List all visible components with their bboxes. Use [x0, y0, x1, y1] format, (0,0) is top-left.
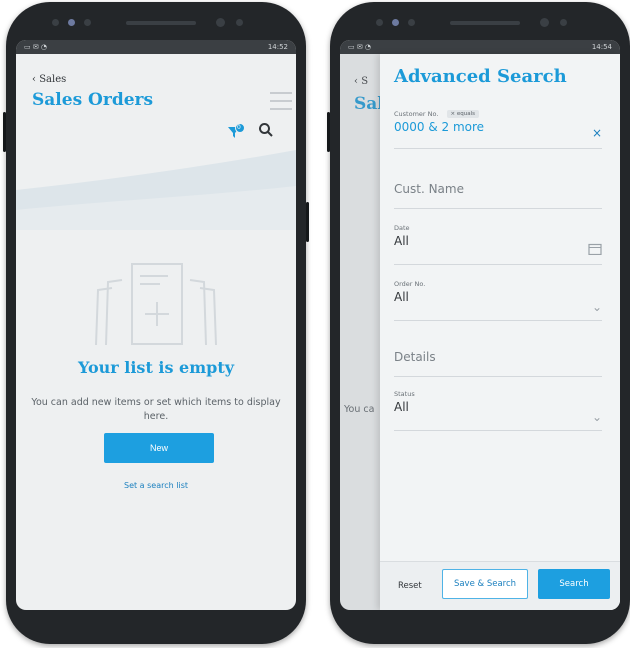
back-link-label: Sales: [39, 74, 67, 85]
left-screen: ▭ ✉ ◔ 14:52 ‹ Sales Sales Orders 0 Your …: [16, 40, 296, 610]
back-link[interactable]: ‹ Sales: [32, 74, 66, 85]
status-bar: ▭ ✉ ◔ 14:52: [16, 40, 296, 54]
search-icon[interactable]: [258, 122, 274, 142]
toolbar: 0: [226, 122, 274, 142]
field-value: All: [394, 234, 409, 248]
save-and-search-button[interactable]: Save & Search: [442, 569, 528, 599]
right-screen: ▭ ✉ ◔ 14:54 ‹ S Sal You ca Advanced Sear…: [340, 40, 620, 610]
field-label: Customer No.: [394, 110, 439, 118]
overlay-dim[interactable]: [340, 54, 380, 610]
clear-icon[interactable]: ×: [592, 126, 602, 140]
cust-name-field[interactable]: Cust. Name: [394, 182, 602, 209]
calendar-icon[interactable]: [588, 243, 602, 258]
filter-badge: 0: [237, 124, 241, 131]
header-wave: [16, 150, 296, 230]
date-field[interactable]: Date All: [394, 224, 602, 265]
set-search-list-link[interactable]: Set a search list: [16, 481, 296, 490]
filter-icon[interactable]: 0: [226, 123, 245, 141]
status-icons: ▭ ✉ ◔: [24, 43, 48, 51]
left-phone: ▭ ✉ ◔ 14:52 ‹ Sales Sales Orders 0 Your …: [3, 2, 309, 644]
chevron-down-icon[interactable]: ⌄: [592, 300, 602, 314]
field-value: All: [394, 290, 409, 304]
field-label: Order No.: [394, 280, 426, 288]
hamburger-icon[interactable]: [270, 92, 292, 116]
page-title: Sales Orders: [32, 90, 154, 110]
customer-no-field[interactable]: Customer No. × equals 0000 & 2 more ×: [394, 110, 602, 149]
order-no-field[interactable]: Order No. All ⌄: [394, 280, 602, 321]
empty-state-text: You can add new items or set which items…: [31, 397, 281, 422]
chevron-left-icon: ‹: [32, 74, 36, 85]
reset-button[interactable]: Reset: [398, 581, 422, 591]
status-time: 14:54: [591, 43, 612, 51]
phone-top-sensors: [370, 16, 590, 30]
field-placeholder: Details: [394, 350, 436, 364]
details-field[interactable]: Details: [394, 350, 602, 377]
search-button[interactable]: Search: [538, 569, 610, 599]
panel-footer: Reset Save & Search Search: [380, 561, 620, 610]
empty-list-illustration: [95, 263, 217, 346]
advanced-search-panel: Advanced Search Customer No. × equals 00…: [380, 54, 620, 610]
field-label: Date: [394, 224, 410, 232]
new-button[interactable]: New: [104, 433, 214, 463]
field-value: All: [394, 400, 409, 414]
status-bar: ▭ ✉ ◔ 14:54: [340, 40, 620, 54]
phone-top-sensors: [46, 16, 266, 30]
panel-title: Advanced Search: [394, 66, 567, 87]
status-icons: ▭ ✉ ◔: [348, 43, 372, 51]
status-time: 14:52: [267, 43, 288, 51]
chevron-down-icon[interactable]: ⌄: [592, 410, 602, 424]
right-phone: ▭ ✉ ◔ 14:54 ‹ S Sal You ca Advanced Sear…: [327, 2, 630, 644]
field-label: Status: [394, 390, 415, 398]
status-field[interactable]: Status All ⌄: [394, 390, 602, 431]
operator-chip[interactable]: × equals: [446, 110, 479, 118]
field-placeholder: Cust. Name: [394, 182, 464, 196]
empty-state-title: Your list is empty: [77, 358, 235, 377]
field-value: 0000 & 2 more: [394, 120, 485, 134]
